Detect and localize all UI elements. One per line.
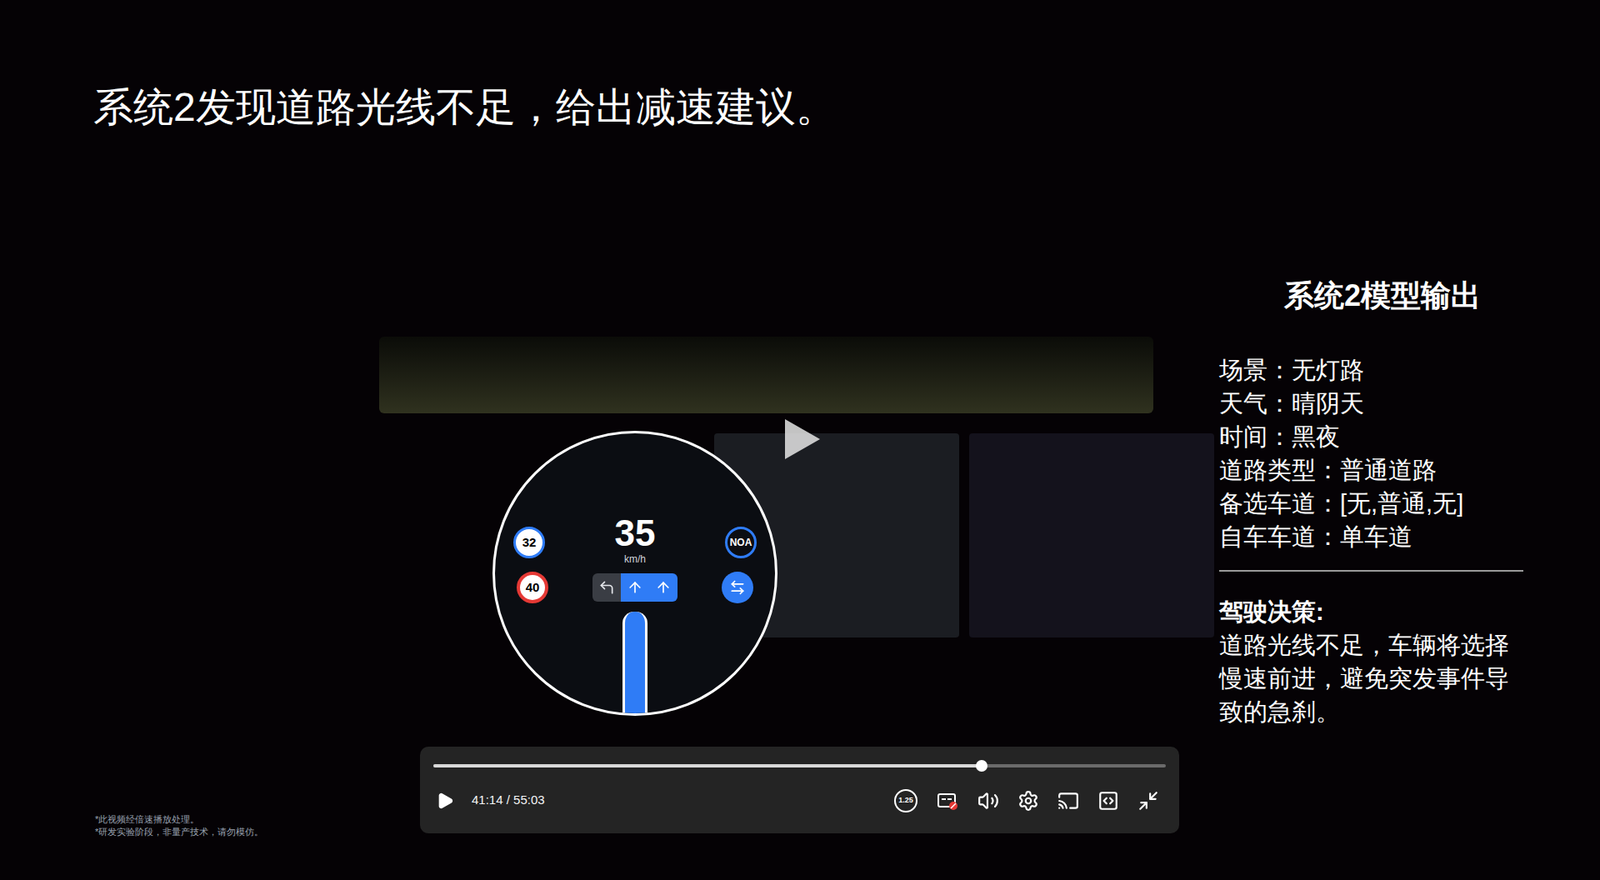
speed-readout: 35km/h (615, 515, 656, 567)
sensor-screen (969, 433, 1215, 638)
cast-icon[interactable] (1057, 790, 1080, 812)
divider (1219, 570, 1524, 572)
lane-guide (592, 573, 678, 602)
road-view (379, 336, 1154, 414)
volume-icon[interactable] (977, 790, 1000, 812)
swap-icon (729, 579, 746, 596)
decision-line: 致的急刹。 (1219, 695, 1530, 729)
straight-icon (655, 579, 672, 596)
speed-limit-badge: 40 (516, 571, 549, 604)
video-player: 32 35km/h NOA 40 系统2发现道路光线不足，给出减速建议。系统2模型输出场… (0, 0, 1600, 880)
current-limit-badge: 32 (513, 526, 545, 559)
route-ribbon (622, 611, 648, 714)
output-field: 自车车道：单车道 (1219, 520, 1530, 554)
straight-icon (626, 579, 644, 596)
play-button[interactable] (433, 789, 457, 813)
video-caption: 系统2发现道路光线不足，给出减速建议。 (93, 83, 836, 132)
lane-arrow (592, 573, 621, 602)
footnote: *研发实验阶段，非量产技术，请勿模仿。 (95, 825, 264, 839)
output-field: 天气：晴阴天 (1219, 386, 1530, 420)
output-field: 场景：无灯路 (1219, 353, 1530, 387)
lane-change-button[interactable] (721, 571, 754, 604)
progress-track[interactable] (433, 764, 1166, 768)
play-icon (435, 791, 455, 810)
decision-line: 慢速前进，避免突发事件导 (1219, 661, 1530, 695)
time-display: 41:14 / 55:03 (471, 790, 545, 810)
lane-arrow (620, 573, 650, 602)
captions-button[interactable] (935, 789, 960, 813)
play-icon (783, 417, 822, 461)
panel-title: 系统2模型输出 (1284, 273, 1481, 319)
footnote: *此视频经倍速播放处理。 (95, 813, 264, 826)
center-play-button[interactable] (781, 416, 824, 462)
model-output-panel: 系统2模型输出场景：无灯路天气：晴阴天时间：黑夜道路类型：普通道路备选车道：[无… (1219, 273, 1530, 729)
progress-fill (433, 764, 982, 768)
decision-label: 驾驶决策: (1219, 595, 1530, 629)
exit-fullscreen-icon[interactable] (1137, 790, 1160, 812)
embed-icon[interactable] (1097, 790, 1120, 812)
output-field: 道路类型：普通道路 (1219, 453, 1530, 487)
captions-off-icon (936, 790, 959, 811)
mode-badge: NOA (725, 526, 757, 559)
settings-icon[interactable] (1017, 790, 1040, 812)
speed-button[interactable]: 1.25 (894, 789, 918, 813)
control-bar: 41:14 / 55:03 1.25 (420, 746, 1180, 834)
decision-line: 道路光线不足，车辆将选择 (1219, 628, 1530, 662)
footnotes: *此视频经倍速播放处理。*研发实验阶段，非量产技术，请勿模仿。 (95, 813, 264, 839)
turn-left-icon (598, 579, 615, 596)
output-field: 备选车道：[无,普通,无] (1219, 486, 1530, 520)
output-field: 时间：黑夜 (1219, 420, 1530, 454)
lane-arrow (649, 573, 678, 602)
dashboard-cluster: 32 35km/h NOA 40 (492, 430, 778, 716)
progress-thumb[interactable] (975, 760, 988, 772)
